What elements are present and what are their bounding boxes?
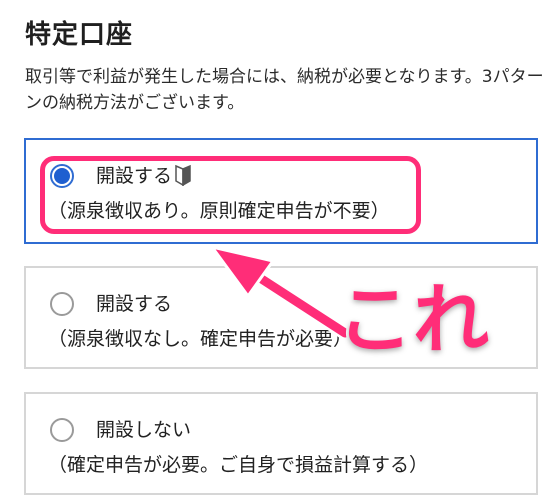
option-label: 開設する bbox=[96, 161, 191, 188]
option-open-withholding[interactable]: 開設する （源泉徴収あり。原則確定申告が不要） bbox=[24, 138, 538, 244]
radio-open-no-withholding[interactable] bbox=[50, 292, 74, 316]
option-not-open[interactable]: 開設しない （確定申告が必要。ご自身で損益計算する） bbox=[24, 392, 538, 495]
page-title: 特定口座 bbox=[25, 20, 134, 50]
tax-description: 取引等で利益が発生した場合には、納税が必要となります。3パターンの納税方法がござ… bbox=[25, 67, 544, 113]
option-sub: （源泉徴収なし。確定申告が必要） bbox=[48, 328, 353, 350]
option-sub: （確定申告が必要。ご自身で損益計算する） bbox=[48, 454, 429, 476]
option-label: 開設しない bbox=[96, 419, 192, 441]
option-label: 開設する bbox=[96, 293, 173, 315]
beginner-mark-icon bbox=[175, 164, 191, 186]
radio-not-open[interactable] bbox=[50, 418, 74, 442]
option-sub: （源泉徴収あり。原則確定申告が不要） bbox=[48, 200, 390, 222]
annotation-callout: これ bbox=[334, 275, 492, 364]
radio-open-withholding[interactable] bbox=[50, 164, 74, 188]
